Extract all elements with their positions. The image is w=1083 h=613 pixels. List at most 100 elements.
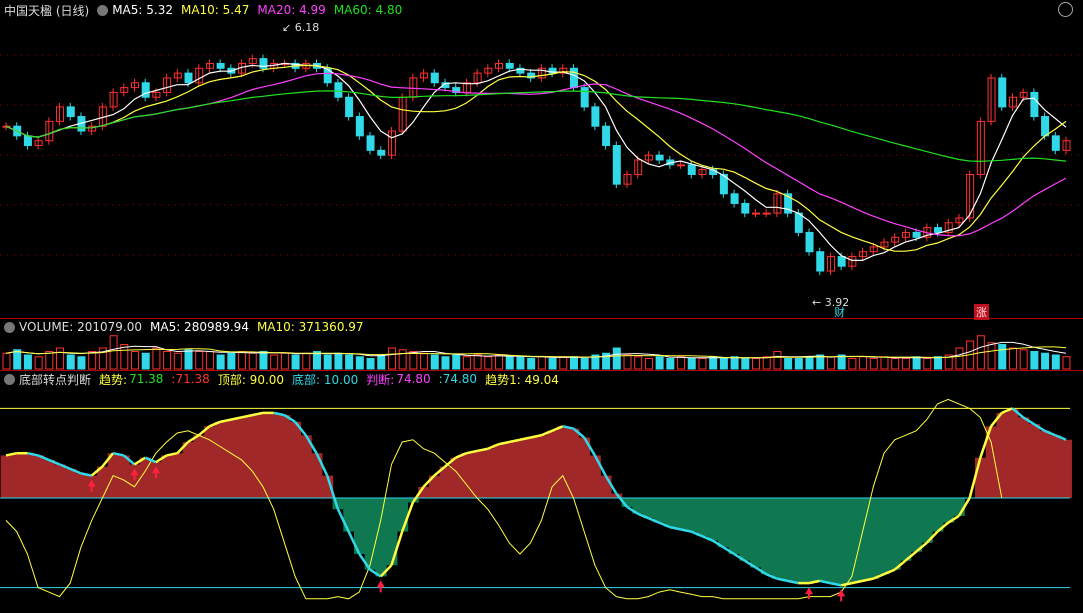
volume-bar	[313, 351, 322, 370]
volume-bar	[719, 358, 728, 370]
high-price-value: 6.18	[294, 21, 320, 34]
candle-body	[751, 212, 760, 215]
volume-bar	[291, 354, 300, 370]
indicator-area	[835, 498, 848, 586]
candle-body	[934, 227, 943, 233]
volume-bar	[569, 356, 578, 370]
volume-bar	[1008, 347, 1017, 370]
main-header: 中国天楹 (日线) MA5: 5.32 MA10: 5.47 MA20: 4.9…	[0, 2, 1083, 18]
indicator-area	[1049, 435, 1062, 498]
candle-body	[569, 67, 578, 89]
indicator-area	[471, 450, 484, 498]
volume-bar	[216, 354, 225, 370]
candle-body	[580, 87, 589, 108]
volume-bar	[77, 356, 86, 370]
volume-bar	[848, 358, 857, 370]
volume-bar	[698, 358, 707, 370]
volume-bar	[495, 354, 504, 370]
vol-ma10-label: MA10: 371360.97	[256, 320, 364, 334]
volume-bar	[173, 352, 182, 370]
volume-bar	[23, 354, 32, 370]
volume-bar	[334, 352, 343, 370]
volume-bar	[452, 354, 461, 370]
indicator-area	[782, 498, 794, 581]
candle-body	[687, 164, 696, 175]
volume-bar	[45, 351, 54, 370]
indicator-area	[22, 453, 34, 498]
indicator-area	[461, 453, 473, 498]
chevron-down-icon[interactable]	[4, 373, 15, 385]
indicator-area	[32, 455, 45, 498]
chart-canvas	[0, 54, 1083, 602]
candle-body	[345, 96, 354, 118]
indicator-area	[493, 444, 505, 498]
ma5-label: MA5: 5.32	[112, 3, 173, 17]
volume-bar	[516, 356, 525, 370]
candle-body	[805, 231, 814, 253]
indicator-area	[675, 498, 687, 530]
volume-bar	[505, 356, 514, 370]
candle-body	[677, 164, 686, 167]
volume-bar	[730, 356, 739, 370]
indicator-area	[750, 498, 762, 568]
indicator-area	[921, 498, 933, 543]
candle-body	[1041, 116, 1050, 137]
volume-bar	[195, 351, 204, 370]
trend-value: 71.38	[129, 372, 164, 386]
indicator-area	[718, 498, 730, 548]
ma60-label: MA60: 4.80	[333, 3, 403, 17]
volume-bar	[1062, 356, 1071, 370]
volume-bar	[323, 354, 332, 370]
volume-bar	[141, 352, 150, 370]
volume-bar	[826, 356, 835, 370]
stock-chart-window: 中国天楹 (日线) MA5: 5.32 MA10: 5.47 MA20: 4.9…	[0, 0, 1083, 613]
indicator-area	[171, 453, 184, 498]
indicator-area	[739, 498, 751, 561]
indicator-area	[503, 442, 516, 498]
volume-bar	[666, 358, 675, 370]
volume-bar	[462, 356, 471, 370]
candle-body	[762, 212, 771, 215]
candle-body	[1051, 135, 1060, 151]
volume-bar	[398, 349, 407, 370]
indicator-area	[118, 455, 130, 498]
volume-bar	[923, 358, 932, 370]
volume-bar	[387, 347, 396, 370]
indicator-area	[525, 437, 537, 498]
chevron-down-icon[interactable]	[97, 4, 109, 16]
vol-ma5-label: MA5: 280989.94	[150, 320, 249, 334]
candle-body	[366, 135, 375, 151]
indicator-area	[482, 448, 494, 498]
volume-bar	[741, 358, 750, 370]
candle-body	[184, 72, 193, 84]
volume-bar	[184, 349, 193, 370]
indicator-area	[225, 419, 237, 498]
indicator-area	[889, 498, 901, 570]
indicator-area	[161, 455, 173, 498]
search-icon[interactable]	[1058, 2, 1073, 17]
indicator-area	[279, 415, 291, 498]
volume-bar	[13, 349, 22, 370]
volume-bar	[773, 351, 782, 370]
volume-bar	[280, 352, 289, 370]
trend1-label: 趋势1: 49.04	[485, 372, 559, 387]
volume-bar	[345, 354, 354, 370]
volume-bar	[784, 358, 793, 370]
volume-bar	[644, 358, 653, 370]
volume-bar	[891, 358, 900, 370]
indicator-area	[814, 498, 826, 581]
candle-body	[998, 77, 1007, 108]
indicator-area	[64, 468, 77, 498]
finance-marker[interactable]: 财	[834, 304, 845, 320]
chevron-down-icon[interactable]	[4, 321, 15, 333]
volume-bar	[548, 358, 557, 370]
volume-bar	[612, 347, 621, 370]
rise-marker[interactable]: 涨	[974, 304, 989, 320]
indicator-area	[268, 412, 280, 498]
indicator-area	[546, 430, 559, 498]
indicator-area	[396, 498, 409, 532]
volume-bar	[987, 342, 996, 370]
ma20-label: MA20: 4.99	[257, 3, 326, 17]
volume-bar	[88, 351, 97, 370]
ma10-line	[5, 64, 1067, 252]
